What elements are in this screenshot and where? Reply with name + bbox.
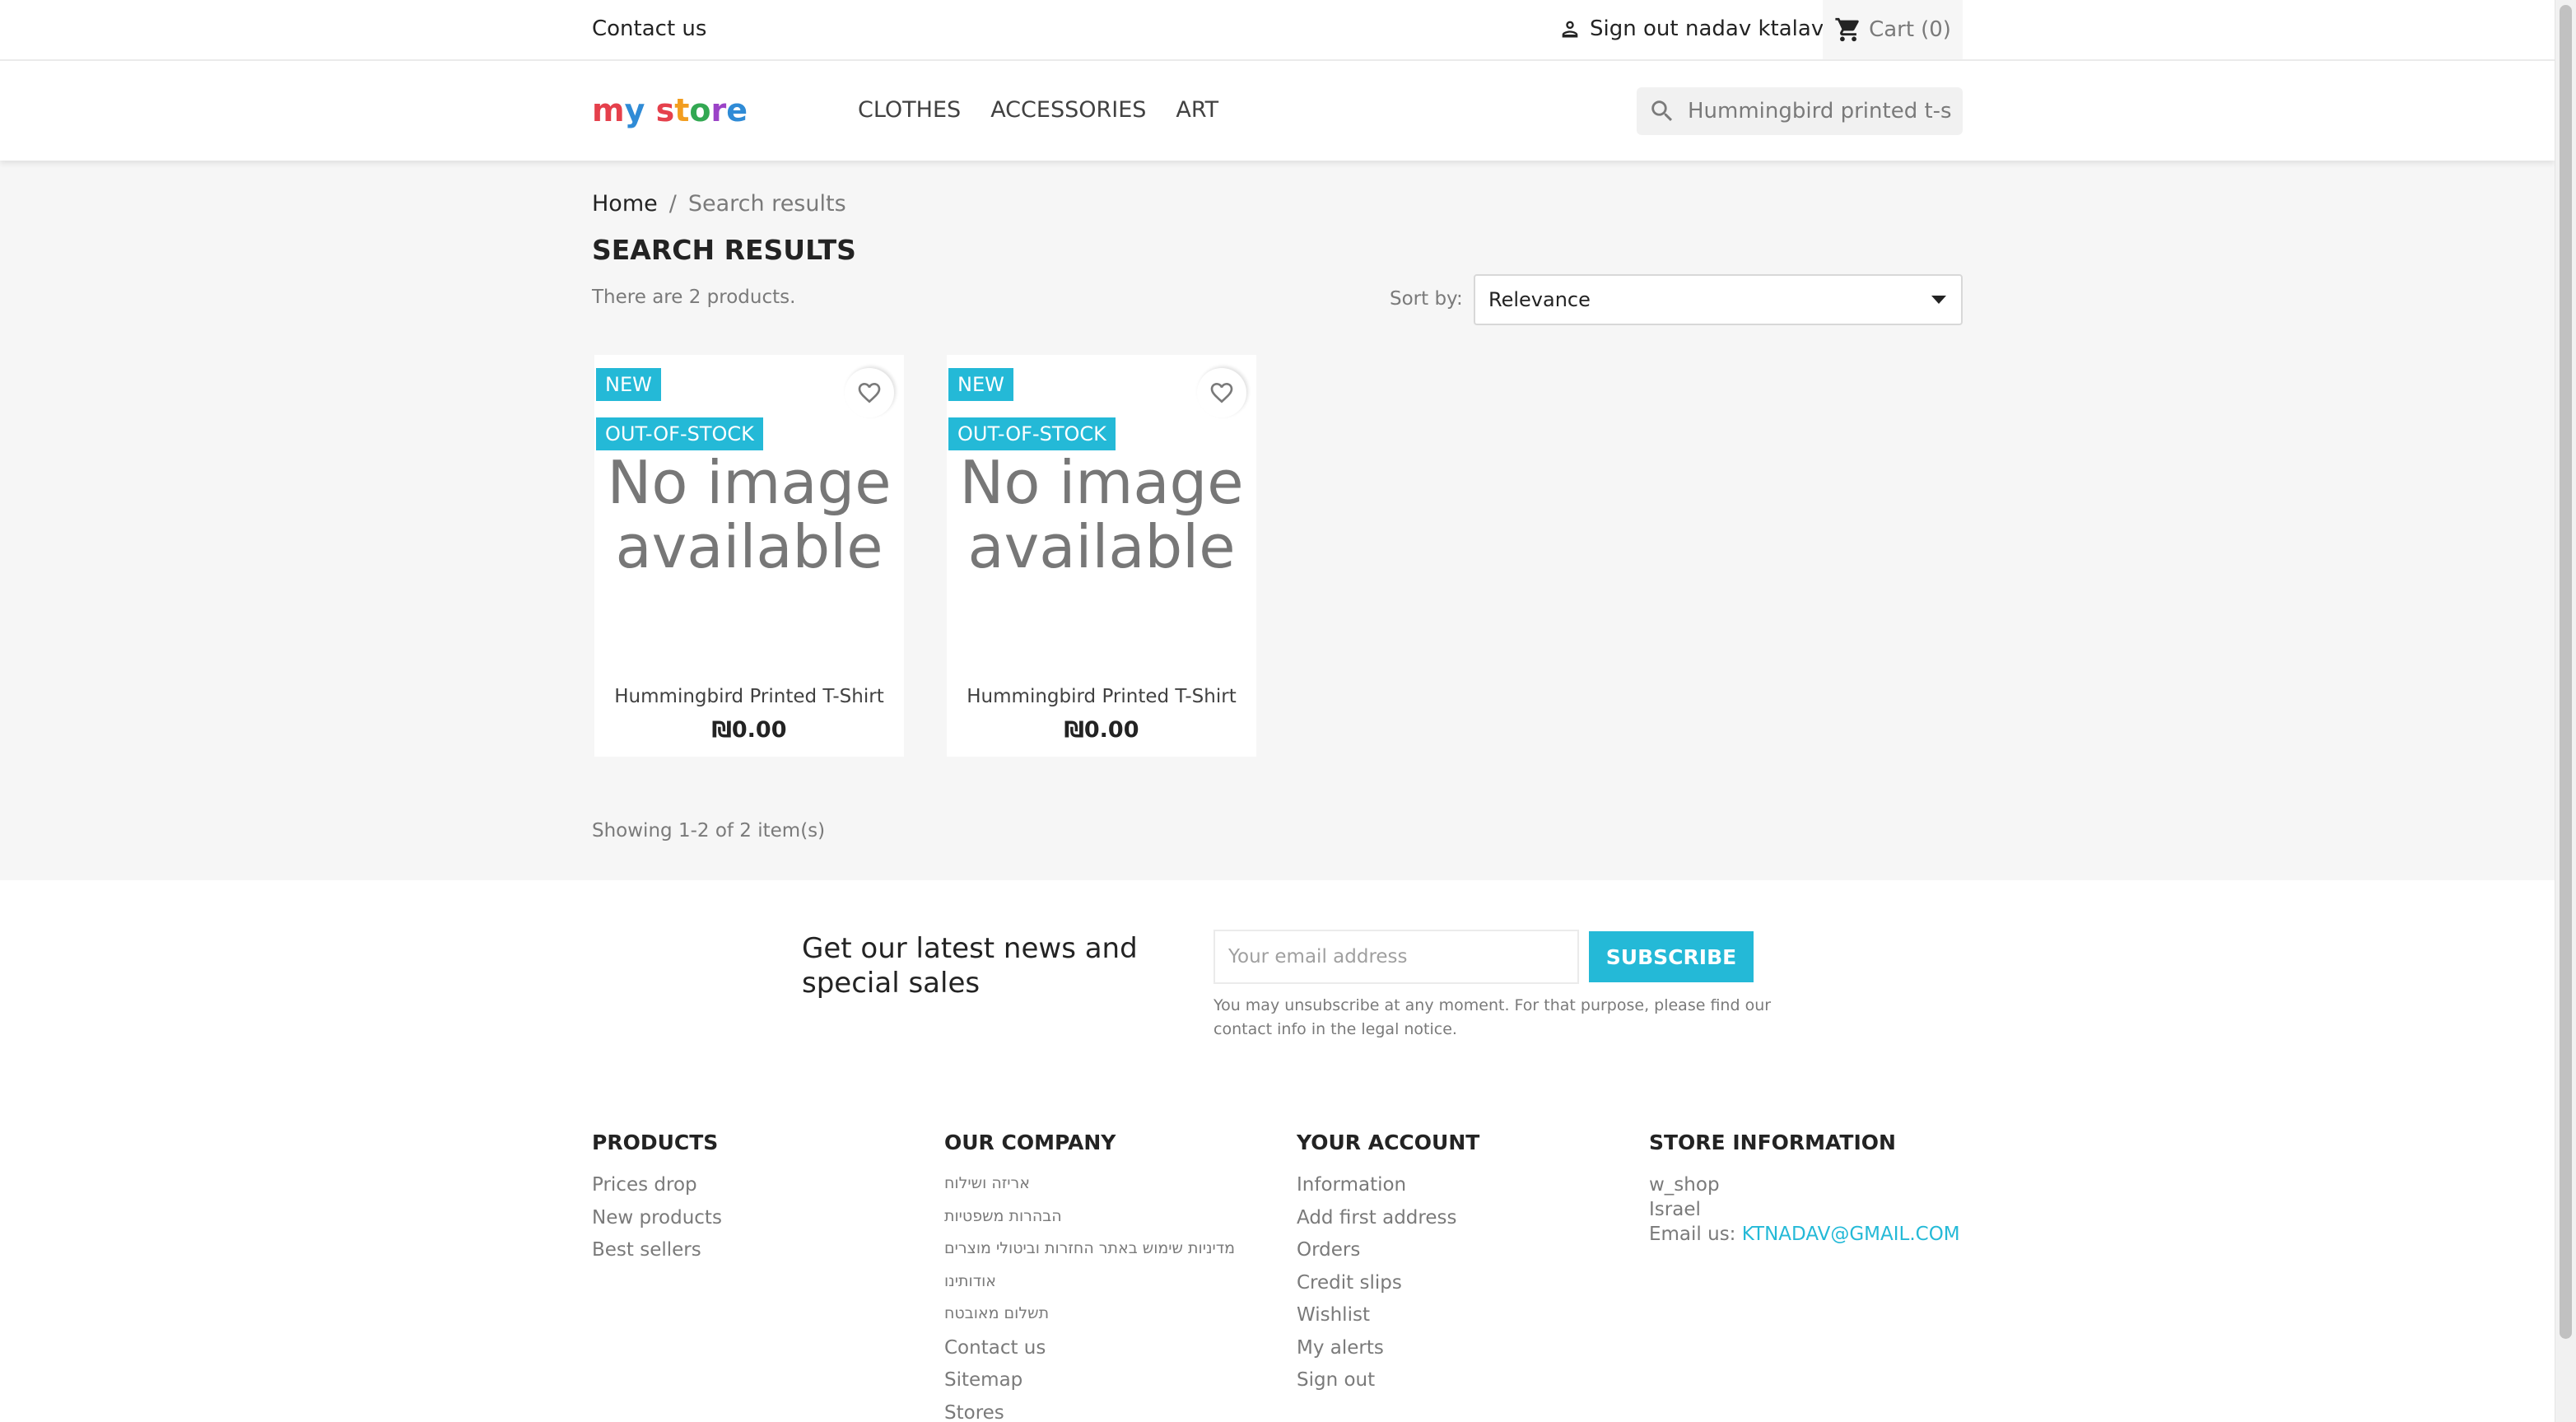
footer-products-column: PRODUCTS Prices drop New products Best s…	[592, 1131, 722, 1272]
newsletter-title: Get our latest news and special sales	[802, 932, 1138, 1000]
cart-button[interactable]: Cart (0)	[1823, 0, 1963, 59]
scrollbar-thumb[interactable]	[2560, 5, 2572, 1339]
caret-down-icon	[1931, 296, 1946, 304]
contact-us-link[interactable]: Contact us	[592, 16, 706, 41]
product-card[interactable]: No image available NEW OUT-OF-STOCK Humm…	[594, 355, 904, 757]
main-menu: CLOTHES ACCESSORIES ART	[858, 97, 1218, 123]
footer-products-title: PRODUCTS	[592, 1131, 719, 1154]
product-price: ₪0.00	[711, 717, 787, 743]
footer-store-column: STORE INFORMATION w_shop Israel Email us…	[1649, 1131, 1960, 1248]
no-image-line2: available	[967, 512, 1236, 581]
footer-link-sign-out[interactable]: Sign out	[1297, 1369, 1479, 1402]
footer-link-terms[interactable]: מדיניות שימוש באתר החזרות וביטולי מוצרים	[944, 1239, 1235, 1272]
shopping-cart-icon	[1835, 17, 1859, 42]
new-badge: NEW	[596, 368, 661, 401]
menu-item-accessories[interactable]: ACCESSORIES	[990, 97, 1146, 123]
wishlist-button[interactable]	[1197, 368, 1246, 417]
footer-link-secure-payment[interactable]: תשלום מאובטח	[944, 1304, 1235, 1337]
footer-link-alerts[interactable]: My alerts	[1297, 1337, 1479, 1370]
footer-company-title: OUR COMPANY	[944, 1131, 1116, 1154]
sort-value: Relevance	[1488, 288, 1591, 311]
menu-item-clothes[interactable]: CLOTHES	[858, 97, 961, 123]
sort-label: Sort by:	[1390, 288, 1463, 310]
new-badge: NEW	[948, 368, 1013, 401]
no-image-line1: No image	[959, 448, 1244, 518]
footer-link-stores[interactable]: Stores	[944, 1402, 1235, 1422]
footer-link-contact[interactable]: Contact us	[944, 1337, 1235, 1370]
footer: PRODUCTS Prices drop New products Best s…	[0, 1111, 2555, 1422]
vertical-scrollbar[interactable]	[2555, 0, 2576, 1422]
sign-out-label: Sign out	[1590, 16, 1679, 41]
footer-link-information[interactable]: Information	[1297, 1174, 1479, 1207]
product-name[interactable]: Hummingbird Printed T-Shirt	[947, 686, 1256, 707]
footer-account-column: YOUR ACCOUNT Information Add first addre…	[1297, 1131, 1479, 1402]
breadcrumb: Home / Search results	[592, 191, 846, 217]
heart-icon	[1210, 383, 1233, 403]
store-email-label: Email us:	[1649, 1224, 1736, 1245]
cart-label: Cart	[1869, 17, 1915, 42]
cart-count: (0)	[1921, 17, 1951, 42]
product-card[interactable]: No image available NEW OUT-OF-STOCK Humm…	[947, 355, 1256, 757]
newsletter-email-input[interactable]: Your email address	[1213, 930, 1579, 984]
newsletter-placeholder: Your email address	[1228, 946, 1408, 967]
sign-out-link[interactable]: Sign out	[1558, 16, 1679, 41]
footer-link-about[interactable]: אודותינו	[944, 1272, 1235, 1305]
out-of-stock-badge: OUT-OF-STOCK	[948, 417, 1116, 450]
store-email-link[interactable]: KTNADAV@GMAIL.COM	[1742, 1224, 1960, 1245]
footer-store-title: STORE INFORMATION	[1649, 1131, 1896, 1154]
subscribe-button[interactable]: SUBSCRIBE	[1589, 931, 1754, 982]
newsletter-note: You may unsubscribe at any moment. For t…	[1213, 996, 1772, 1039]
top-nav-bar: Contact us Sign out nadav ktalav Cart (0…	[0, 0, 2555, 61]
footer-link-orders[interactable]: Orders	[1297, 1239, 1479, 1272]
breadcrumb-separator: /	[668, 191, 677, 217]
footer-link-add-address[interactable]: Add first address	[1297, 1207, 1479, 1240]
page-title: SEARCH RESULTS	[592, 234, 856, 266]
no-image-line1: No image	[607, 448, 892, 518]
out-of-stock-badge: OUT-OF-STOCK	[596, 417, 763, 450]
footer-company-column: OUR COMPANY אריזה ושילוח הבהרות משפטיות …	[944, 1131, 1235, 1422]
footer-link-best-sellers[interactable]: Best sellers	[592, 1239, 722, 1272]
breadcrumb-current: Search results	[687, 191, 846, 217]
pagination-summary: Showing 1-2 of 2 item(s)	[592, 820, 826, 842]
main-header: my store CLOTHES ACCESSORIES ART	[0, 61, 2555, 161]
search-box	[1637, 87, 1963, 135]
no-image-line2: available	[615, 512, 883, 581]
product-name[interactable]: Hummingbird Printed T-Shirt	[594, 686, 904, 707]
account-name-link[interactable]: nadav ktalav	[1685, 16, 1824, 41]
search-icon[interactable]	[1648, 97, 1676, 125]
wishlist-button[interactable]	[845, 368, 894, 417]
footer-link-credit-slips[interactable]: Credit slips	[1297, 1272, 1479, 1305]
sort-dropdown[interactable]: Relevance	[1474, 274, 1963, 325]
breadcrumb-home[interactable]: Home	[592, 191, 658, 217]
page: Contact us Sign out nadav ktalav Cart (0…	[0, 0, 2555, 1422]
search-input[interactable]	[1688, 99, 1951, 124]
footer-link-shipping[interactable]: אריזה ושילוח	[944, 1174, 1235, 1207]
newsletter-section: Get our latest news and special sales Yo…	[0, 880, 2555, 1111]
footer-link-prices-drop[interactable]: Prices drop	[592, 1174, 722, 1207]
footer-link-wishlist[interactable]: Wishlist	[1297, 1304, 1479, 1337]
store-name: w_shop	[1649, 1174, 1720, 1196]
product-price: ₪0.00	[1064, 717, 1139, 743]
footer-link-legal[interactable]: הבהרות משפטיות	[944, 1207, 1235, 1240]
store-logo[interactable]: my store	[592, 92, 748, 128]
product-count: There are 2 products.	[592, 287, 796, 308]
heart-icon	[858, 383, 881, 403]
footer-link-sitemap[interactable]: Sitemap	[944, 1369, 1235, 1402]
store-country: Israel	[1649, 1199, 1701, 1220]
footer-account-title: YOUR ACCOUNT	[1297, 1131, 1480, 1154]
store-email-row: Email us: KTNADAV@GMAIL.COM	[1649, 1224, 1960, 1248]
menu-item-art[interactable]: ART	[1176, 97, 1218, 123]
user-icon	[1562, 21, 1578, 38]
footer-link-new-products[interactable]: New products	[592, 1207, 722, 1240]
